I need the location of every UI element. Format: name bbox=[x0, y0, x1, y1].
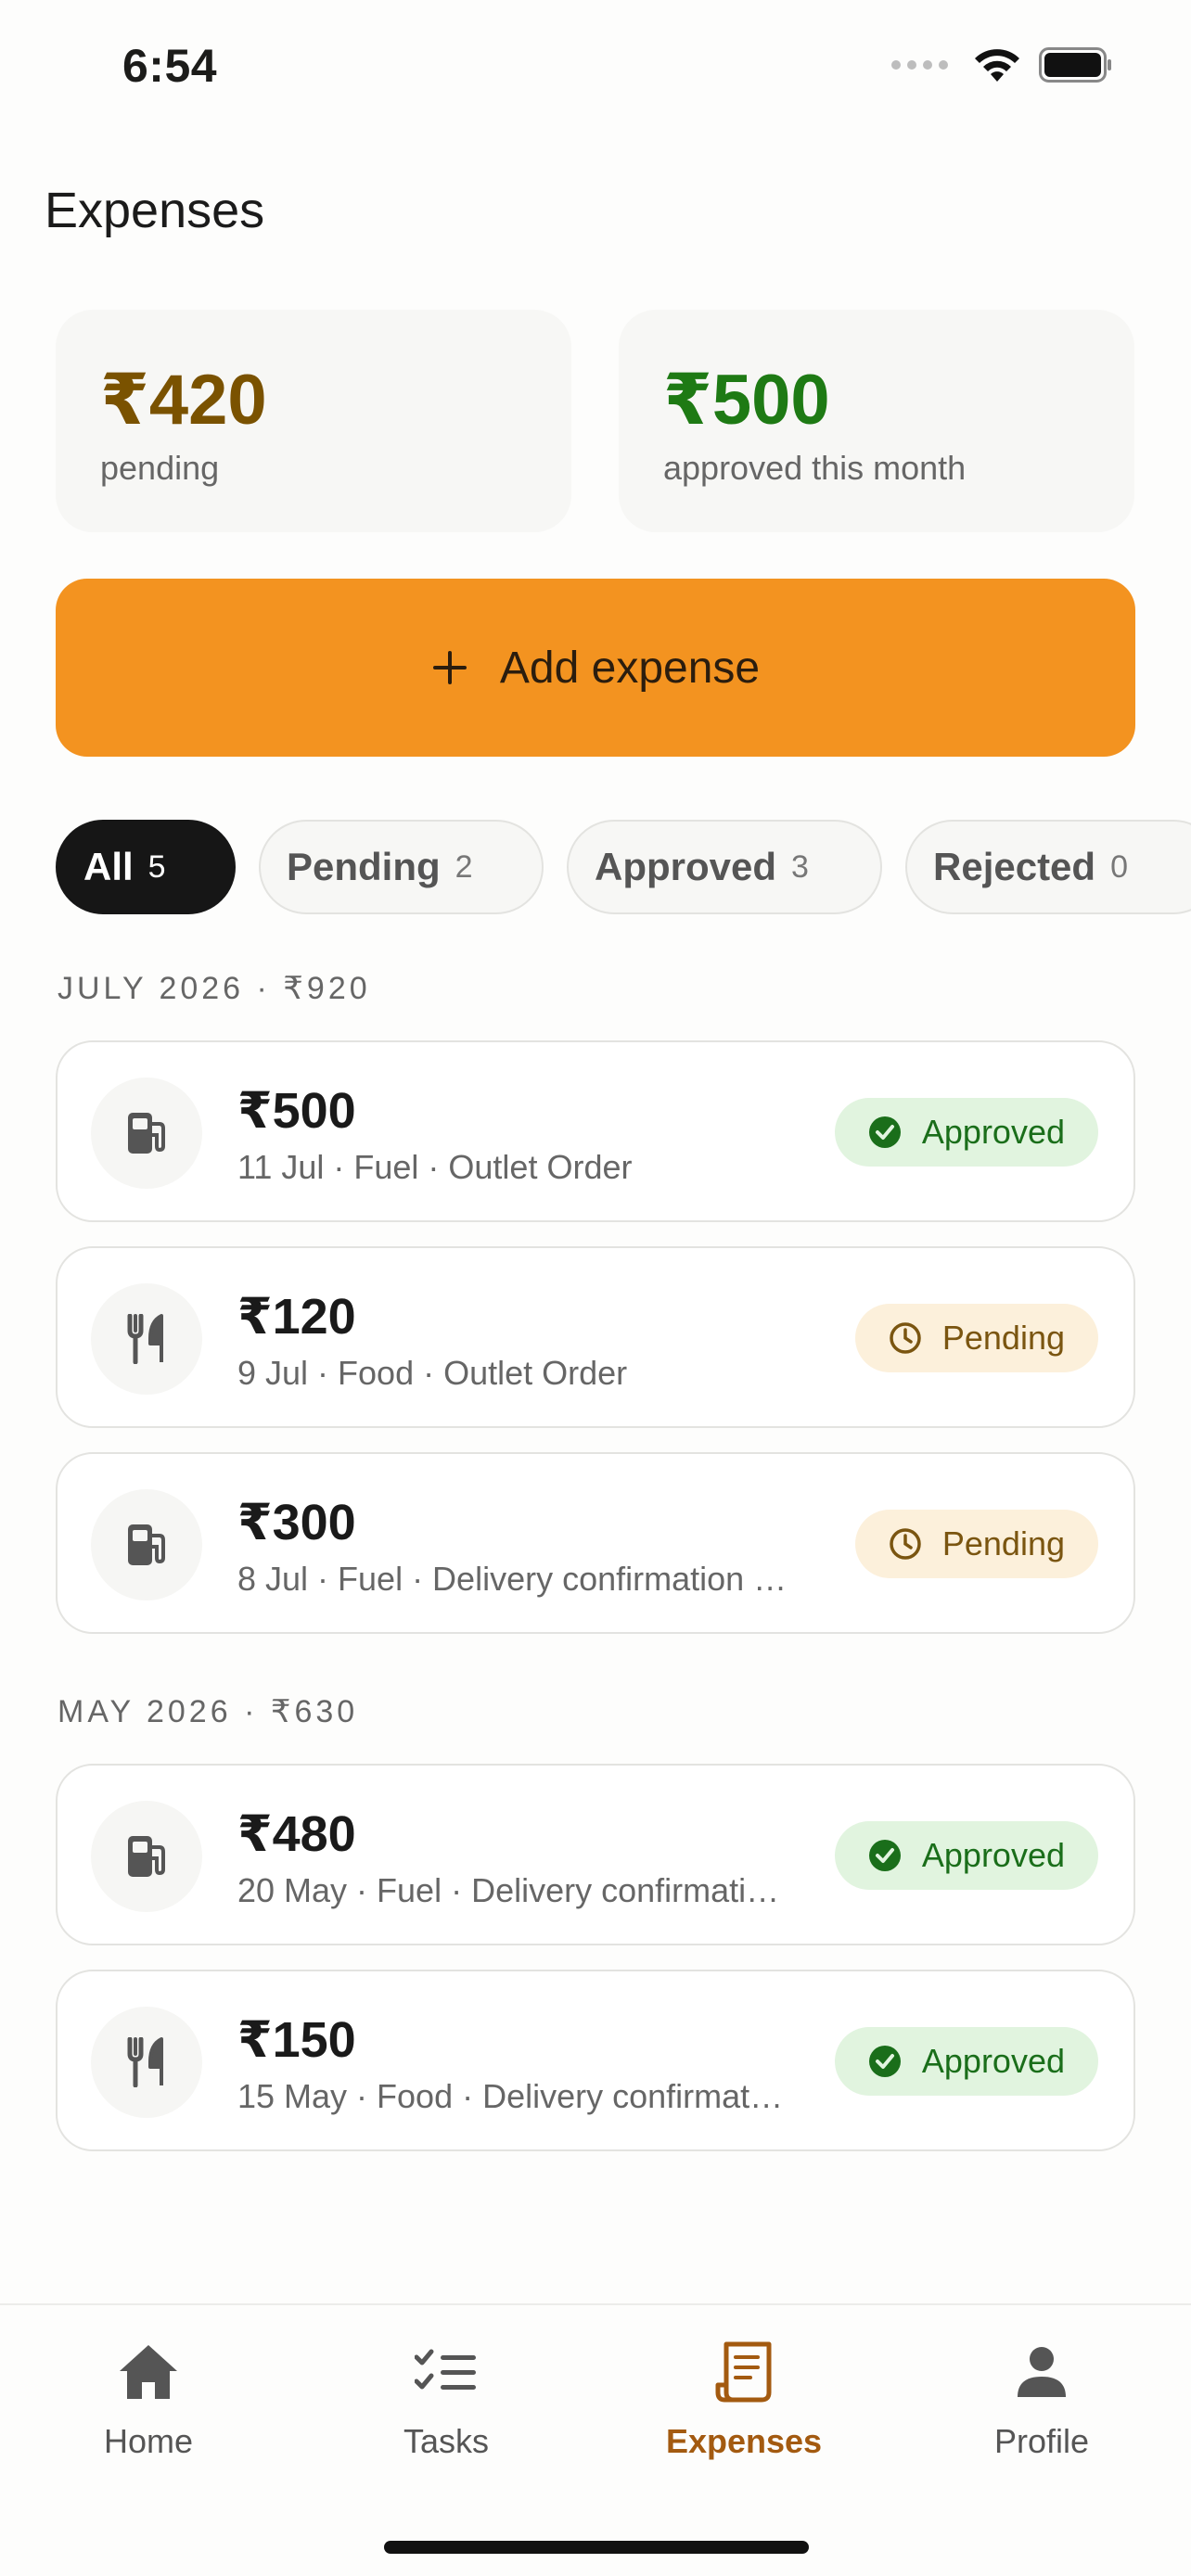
status-text: Approved bbox=[921, 1113, 1065, 1151]
nav-label: Home bbox=[103, 2422, 194, 2460]
clock-icon bbox=[890, 1528, 921, 1560]
cellular-signal-icon bbox=[891, 60, 948, 70]
expense-row[interactable]: ₹300 8 Jul · Fuel · Delivery confirmatio… bbox=[56, 1452, 1135, 1634]
expense-meta: 9 Jul · Food · Outlet Order bbox=[237, 1354, 628, 1392]
filter-chip-all[interactable]: All 5 bbox=[56, 820, 236, 914]
plus-icon bbox=[432, 651, 467, 684]
page-title: Expenses bbox=[45, 183, 265, 238]
filter-chip-rejected[interactable]: Rejected 0 bbox=[905, 820, 1191, 914]
chip-label: All bbox=[83, 845, 134, 888]
status-bar: 6:54 bbox=[0, 0, 1191, 139]
nav-label: Expenses bbox=[665, 2422, 823, 2460]
check-circle-icon bbox=[868, 1116, 901, 1148]
filter-chips: All 5 Pending 2 Approved 3 Rejected 0 bbox=[56, 820, 1191, 914]
fuel-icon bbox=[91, 1489, 202, 1600]
status-text: Pending bbox=[941, 1524, 1065, 1562]
food-icon bbox=[91, 2007, 202, 2118]
nav-label: Profile bbox=[993, 2422, 1090, 2460]
status-icons bbox=[891, 46, 1113, 83]
pending-summary-card: ₹420 pending bbox=[56, 310, 571, 532]
section-header-july: JULY 2026 · ₹920 bbox=[58, 971, 371, 1006]
expense-row[interactable]: ₹150 15 May · Food · Delivery confirmat…… bbox=[56, 1970, 1135, 2151]
expense-meta: 11 Jul · Fuel · Outlet Order bbox=[237, 1148, 633, 1186]
home-indicator bbox=[384, 2541, 809, 2554]
bottom-nav: Home Tasks Expenses Profile bbox=[0, 2303, 1191, 2576]
expense-amount: ₹120 bbox=[237, 1289, 356, 1345]
expense-meta: 8 Jul · Fuel · Delivery confirmation … bbox=[237, 1560, 788, 1598]
expense-meta: 15 May · Food · Delivery confirmat… bbox=[237, 2077, 784, 2115]
pending-label: pending bbox=[100, 449, 220, 487]
approved-amount: ₹500 bbox=[663, 361, 830, 440]
chip-label: Pending bbox=[287, 845, 441, 888]
status-badge: Approved bbox=[834, 1821, 1098, 1890]
expense-amount: ₹300 bbox=[237, 1495, 356, 1550]
fuel-icon bbox=[91, 1078, 202, 1189]
expense-amount: ₹150 bbox=[237, 2012, 356, 2068]
check-circle-icon bbox=[868, 2046, 901, 2077]
add-expense-label: Add expense bbox=[499, 643, 761, 693]
status-badge: Pending bbox=[854, 1304, 1098, 1372]
check-circle-icon bbox=[868, 1840, 901, 1871]
expense-row[interactable]: ₹120 9 Jul · Food · Outlet Order Pending bbox=[56, 1246, 1135, 1428]
person-icon bbox=[1018, 2347, 1066, 2397]
expense-row[interactable]: ₹480 20 May · Fuel · Delivery confirmati… bbox=[56, 1764, 1135, 1945]
expense-meta: 20 May · Fuel · Delivery confirmati… bbox=[237, 1871, 780, 1909]
nav-label: Tasks bbox=[403, 2422, 490, 2460]
wifi-icon bbox=[975, 49, 1019, 82]
approved-summary-card: ₹500 approved this month bbox=[619, 310, 1134, 532]
food-icon bbox=[91, 1283, 202, 1395]
nav-item-home[interactable]: Home bbox=[37, 2339, 260, 2461]
status-badge: Approved bbox=[834, 1098, 1098, 1167]
chip-count: 2 bbox=[455, 848, 473, 885]
status-text: Approved bbox=[921, 2042, 1065, 2080]
add-expense-button[interactable]: Add expense bbox=[56, 579, 1135, 757]
status-time: 6:54 bbox=[122, 40, 218, 92]
nav-item-expenses[interactable]: Expenses bbox=[633, 2339, 855, 2461]
receipt-icon bbox=[715, 2341, 772, 2403]
filter-chip-approved[interactable]: Approved 3 bbox=[567, 820, 882, 914]
status-badge: Approved bbox=[834, 2027, 1098, 2096]
filter-chip-pending[interactable]: Pending 2 bbox=[259, 820, 544, 914]
pending-amount: ₹420 bbox=[100, 361, 267, 440]
chip-count: 3 bbox=[791, 848, 809, 885]
status-badge: Pending bbox=[854, 1510, 1098, 1578]
expense-amount: ₹500 bbox=[237, 1083, 356, 1139]
section-header-may: MAY 2026 · ₹630 bbox=[58, 1694, 359, 1729]
chip-count: 5 bbox=[147, 848, 166, 885]
battery-icon bbox=[1039, 47, 1111, 83]
tasks-icon bbox=[415, 2349, 476, 2390]
home-icon bbox=[120, 2345, 177, 2399]
chip-label: Approved bbox=[595, 845, 777, 888]
chip-label: Rejected bbox=[933, 845, 1096, 888]
nav-item-profile[interactable]: Profile bbox=[930, 2339, 1153, 2461]
expenses-screen: 6:54 Expenses ₹420 pending ₹500 approved… bbox=[0, 0, 1191, 2576]
chip-count: 0 bbox=[1110, 848, 1128, 885]
expense-amount: ₹480 bbox=[237, 1806, 356, 1862]
nav-item-tasks[interactable]: Tasks bbox=[335, 2339, 557, 2461]
expense-row[interactable]: ₹500 11 Jul · Fuel · Outlet Order Approv… bbox=[56, 1040, 1135, 1222]
status-text: Approved bbox=[921, 1836, 1065, 1874]
fuel-icon bbox=[91, 1801, 202, 1912]
clock-icon bbox=[890, 1322, 921, 1354]
approved-label: approved this month bbox=[663, 449, 967, 487]
status-text: Pending bbox=[941, 1319, 1065, 1357]
